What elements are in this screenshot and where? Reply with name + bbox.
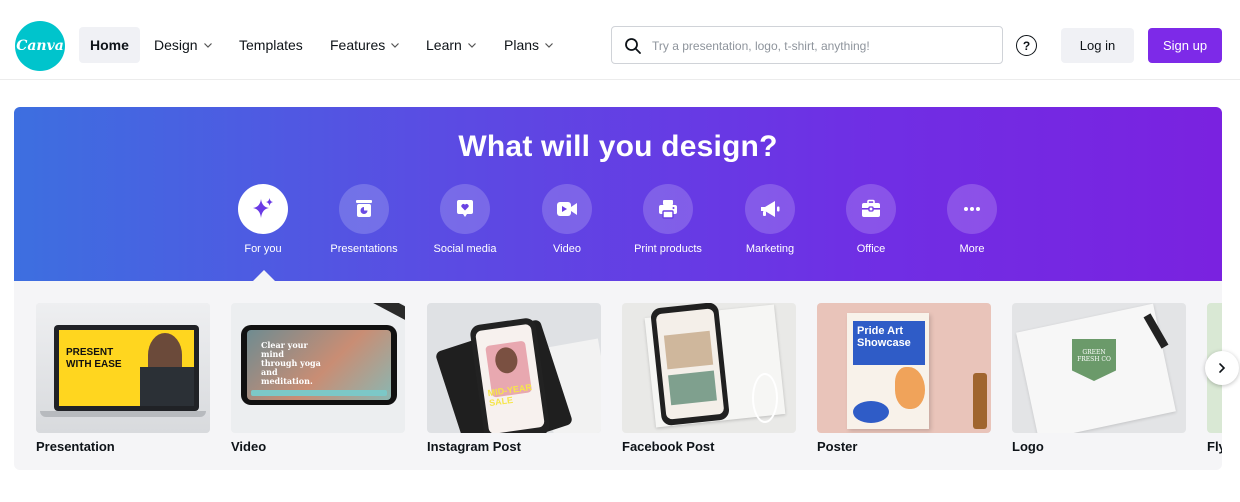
- template-card-poster[interactable]: Pride Art Showcase Poster: [817, 303, 991, 454]
- template-card-label: Logo: [1012, 439, 1044, 454]
- template-carousel: PRESENT WITH EASE Presentation Clear you…: [14, 281, 1222, 470]
- nav-home-label: Home: [90, 37, 129, 53]
- category-label: Video: [553, 243, 581, 255]
- login-button[interactable]: Log in: [1061, 28, 1134, 63]
- category-print-products[interactable]: Print products: [618, 184, 718, 255]
- nav-home[interactable]: Home: [79, 27, 140, 63]
- nav-features-label: Features: [330, 37, 386, 53]
- more-dots-icon: [964, 207, 980, 211]
- category-label: Office: [856, 243, 886, 255]
- template-card-label: Video: [231, 439, 267, 454]
- presentation-icon: [356, 200, 372, 217]
- thumbnail-text: Pride Art Showcase: [857, 325, 911, 349]
- template-card-logo[interactable]: GREEN FRESH CO Logo: [1012, 303, 1186, 454]
- chevron-down-icon: [545, 43, 553, 48]
- template-thumbnail: Pride Art Showcase: [817, 303, 991, 433]
- category-more[interactable]: More: [922, 184, 1022, 255]
- active-category-indicator: [253, 270, 275, 281]
- nav-templates-label: Templates: [239, 37, 303, 53]
- category-for-you[interactable]: For you: [213, 184, 313, 255]
- thumbnail-text: GREEN FRESH CO: [1077, 349, 1111, 363]
- search-input[interactable]: [652, 36, 992, 56]
- category-video[interactable]: Video: [517, 184, 617, 255]
- template-thumbnail: PRESENT WITH EASE: [36, 303, 210, 433]
- template-thumbnail: GREEN FRESH CO: [1012, 303, 1186, 433]
- category-label: Marketing: [745, 243, 795, 255]
- nav-learn-label: Learn: [426, 37, 462, 53]
- nav-features[interactable]: Features: [319, 27, 411, 63]
- nav-plans-label: Plans: [504, 37, 540, 53]
- thumbnail-text: PRESENT WITH EASE: [66, 347, 122, 370]
- canva-logo[interactable]: Canva: [15, 21, 65, 71]
- category-label: Print products: [634, 243, 702, 255]
- template-card-video[interactable]: Clear your mind through yoga and meditat…: [231, 303, 405, 454]
- category-marketing[interactable]: Marketing: [720, 184, 820, 255]
- category-label: Presentations: [330, 243, 398, 255]
- sparkle-icon: [253, 198, 273, 218]
- template-card-label: Flyer: [1207, 439, 1222, 454]
- question-circle-icon[interactable]: ?: [1016, 35, 1037, 56]
- nav-design-label: Design: [154, 37, 198, 53]
- hero-banner: What will you design? For you Presentati…: [14, 107, 1222, 281]
- template-thumbnail: [622, 303, 796, 433]
- chevron-down-icon: [391, 43, 400, 48]
- chevron-right-icon: [1219, 363, 1226, 373]
- search-box[interactable]: [611, 26, 1003, 64]
- template-card-label: Facebook Post: [622, 439, 715, 454]
- top-nav: Canva Home Design Templates Features Lea…: [0, 0, 1240, 80]
- template-thumbnail: Clear your mind through yoga and meditat…: [231, 303, 405, 433]
- nav-design[interactable]: Design: [143, 27, 224, 63]
- category-office[interactable]: Office: [821, 184, 921, 255]
- category-social-media[interactable]: Social media: [415, 184, 515, 255]
- template-card-label: Instagram Post: [427, 439, 521, 454]
- search-icon: [625, 38, 641, 54]
- template-thumbnail: MID-YEAR SALE: [427, 303, 601, 433]
- chevron-down-icon: [467, 43, 476, 48]
- hero-title: What will you design?: [458, 130, 778, 163]
- category-label: More: [959, 243, 985, 255]
- category-label: For you: [244, 243, 282, 255]
- printer-icon: [659, 200, 677, 219]
- template-card-instagram-post[interactable]: MID-YEAR SALE Instagram Post: [427, 303, 601, 454]
- signup-button[interactable]: Sign up: [1148, 28, 1222, 63]
- nav-templates[interactable]: Templates: [228, 27, 314, 63]
- category-presentations[interactable]: Presentations: [314, 184, 414, 255]
- chevron-down-icon: [203, 43, 212, 48]
- template-card-label: Presentation: [36, 439, 115, 454]
- heart-chat-icon: [457, 200, 473, 217]
- megaphone-icon: [761, 201, 780, 217]
- category-label: Social media: [433, 243, 497, 255]
- template-card-label: Poster: [817, 439, 858, 454]
- template-card-presentation[interactable]: PRESENT WITH EASE Presentation: [36, 303, 210, 454]
- briefcase-icon: [862, 199, 880, 217]
- carousel-next-button[interactable]: [1205, 351, 1239, 385]
- thumbnail-text: Clear your mind through yoga and meditat…: [261, 340, 321, 386]
- template-card-facebook-post[interactable]: Facebook Post: [622, 303, 796, 454]
- video-camera-icon: [557, 202, 577, 216]
- nav-learn[interactable]: Learn: [415, 27, 488, 63]
- nav-plans[interactable]: Plans: [493, 27, 565, 63]
